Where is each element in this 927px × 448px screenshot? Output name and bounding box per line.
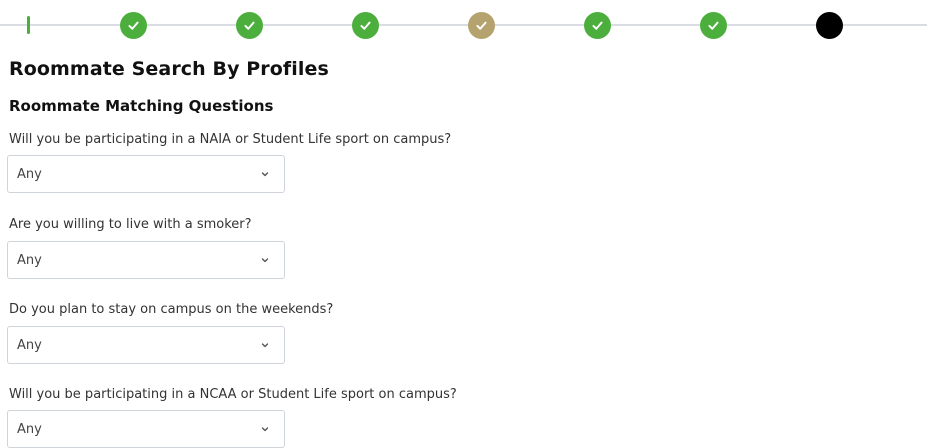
step-5[interactable] <box>584 12 611 39</box>
question-label-3: Do you plan to stay on campus on the wee… <box>9 302 334 317</box>
check-icon <box>128 21 139 30</box>
chevron-down-icon <box>261 343 269 348</box>
page-title: Roommate Search By Profiles <box>9 58 329 80</box>
chevron-down-icon <box>261 427 269 432</box>
select-value: Any <box>17 252 42 268</box>
step-2[interactable] <box>236 12 263 39</box>
question-label-1: Will you be participating in a NAIA or S… <box>9 132 452 147</box>
step-1[interactable] <box>120 12 147 39</box>
check-icon <box>592 21 603 30</box>
select-value: Any <box>17 337 42 353</box>
question-label-2: Are you willing to live with a smoker? <box>9 217 252 232</box>
question-select-3[interactable]: Any <box>7 326 285 364</box>
select-value: Any <box>17 166 42 182</box>
chevron-down-icon <box>261 258 269 263</box>
step-3[interactable] <box>352 12 379 39</box>
question-select-2[interactable]: Any <box>7 241 285 279</box>
chevron-down-icon <box>261 172 269 177</box>
step-6[interactable] <box>700 12 727 39</box>
progress-stepper <box>0 0 927 52</box>
check-icon <box>476 21 487 30</box>
section-title: Roommate Matching Questions <box>9 97 274 115</box>
check-icon <box>244 21 255 30</box>
stepper-start-marker <box>27 16 30 34</box>
step-4-current[interactable] <box>468 12 495 39</box>
select-value: Any <box>17 421 42 437</box>
step-7-upcoming[interactable] <box>816 12 843 39</box>
check-icon <box>708 21 719 30</box>
question-select-1[interactable]: Any <box>7 155 285 193</box>
check-icon <box>360 21 371 30</box>
question-label-4: Will you be participating in a NCAA or S… <box>9 387 457 402</box>
question-select-4[interactable]: Any <box>7 410 285 448</box>
